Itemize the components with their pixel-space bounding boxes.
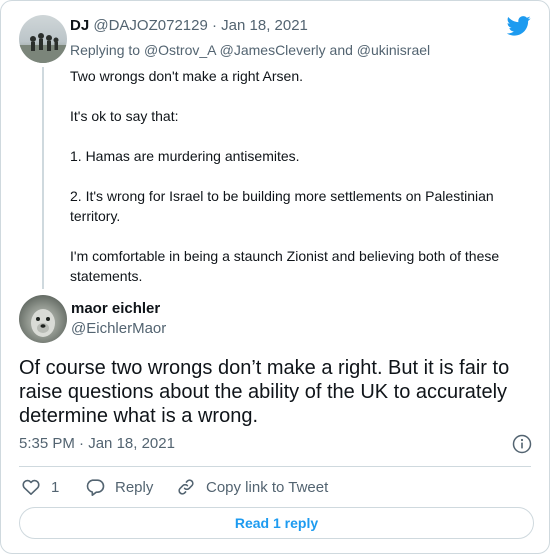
parent-paragraph: Two wrongs don't make a right Arsen. bbox=[70, 68, 304, 84]
twitter-bird-icon[interactable] bbox=[507, 16, 531, 36]
and-word: and bbox=[329, 42, 353, 58]
reply-label: Reply bbox=[115, 478, 154, 496]
parent-date[interactable]: Jan 18, 2021 bbox=[221, 17, 308, 34]
tweet-timestamp[interactable]: 5:35 PM · Jan 18, 2021 bbox=[19, 435, 175, 452]
tweet-text: Of course two wrongs don’t make a right.… bbox=[19, 357, 510, 427]
replying-to-line: Replying to @Ostrov_A @JamesCleverly and… bbox=[70, 42, 430, 58]
author-handle[interactable]: @EichlerMaor bbox=[71, 320, 166, 337]
parent-author-name[interactable]: DJ bbox=[70, 17, 89, 34]
like-count: 1 bbox=[51, 478, 60, 496]
header-separator: · bbox=[211, 17, 217, 34]
reply-button[interactable]: Reply bbox=[85, 477, 153, 497]
tweet-date[interactable]: Jan 18, 2021 bbox=[88, 435, 175, 452]
mention-link[interactable]: @ukinisrael bbox=[357, 42, 430, 58]
reply-icon bbox=[86, 479, 105, 496]
mention-link[interactable]: @Ostrov_A bbox=[144, 42, 216, 58]
tweet-card: DJ @DAJOZ072129 · Jan 18, 2021 Replying … bbox=[0, 0, 550, 554]
mention-link[interactable]: @JamesCleverly bbox=[220, 42, 326, 58]
divider bbox=[19, 466, 531, 467]
parent-paragraph: It's ok to say that: bbox=[70, 108, 179, 124]
replying-prefix: Replying to bbox=[70, 42, 141, 58]
tweet-time[interactable]: 5:35 PM bbox=[19, 435, 75, 452]
parent-avatar[interactable] bbox=[19, 15, 67, 63]
copy-link-label: Copy link to Tweet bbox=[206, 478, 329, 496]
heart-icon bbox=[22, 479, 40, 495]
parent-paragraph: 1. Hamas are murdering antisemites. bbox=[70, 148, 300, 164]
parent-paragraph: 2. It's wrong for Israel to be building … bbox=[70, 188, 494, 224]
link-icon bbox=[178, 479, 194, 495]
parent-header: DJ @DAJOZ072129 · Jan 18, 2021 bbox=[70, 17, 308, 34]
parent-tweet-text: Two wrongs don't make a right Arsen. It'… bbox=[70, 66, 540, 306]
author-avatar[interactable] bbox=[19, 295, 67, 343]
timestamp-separator: · bbox=[79, 435, 85, 452]
thread-connector-line bbox=[42, 67, 44, 289]
parent-author-handle[interactable]: @DAJOZ072129 bbox=[93, 17, 207, 34]
info-icon[interactable] bbox=[512, 434, 532, 454]
parent-paragraph: I'm comfortable in being a staunch Zioni… bbox=[70, 248, 500, 284]
copy-link-button[interactable]: Copy link to Tweet bbox=[176, 477, 328, 497]
author-name[interactable]: maor eichler bbox=[71, 300, 160, 317]
read-replies-button[interactable]: Read 1 reply bbox=[19, 507, 534, 539]
like-button[interactable]: 1 bbox=[21, 477, 59, 497]
